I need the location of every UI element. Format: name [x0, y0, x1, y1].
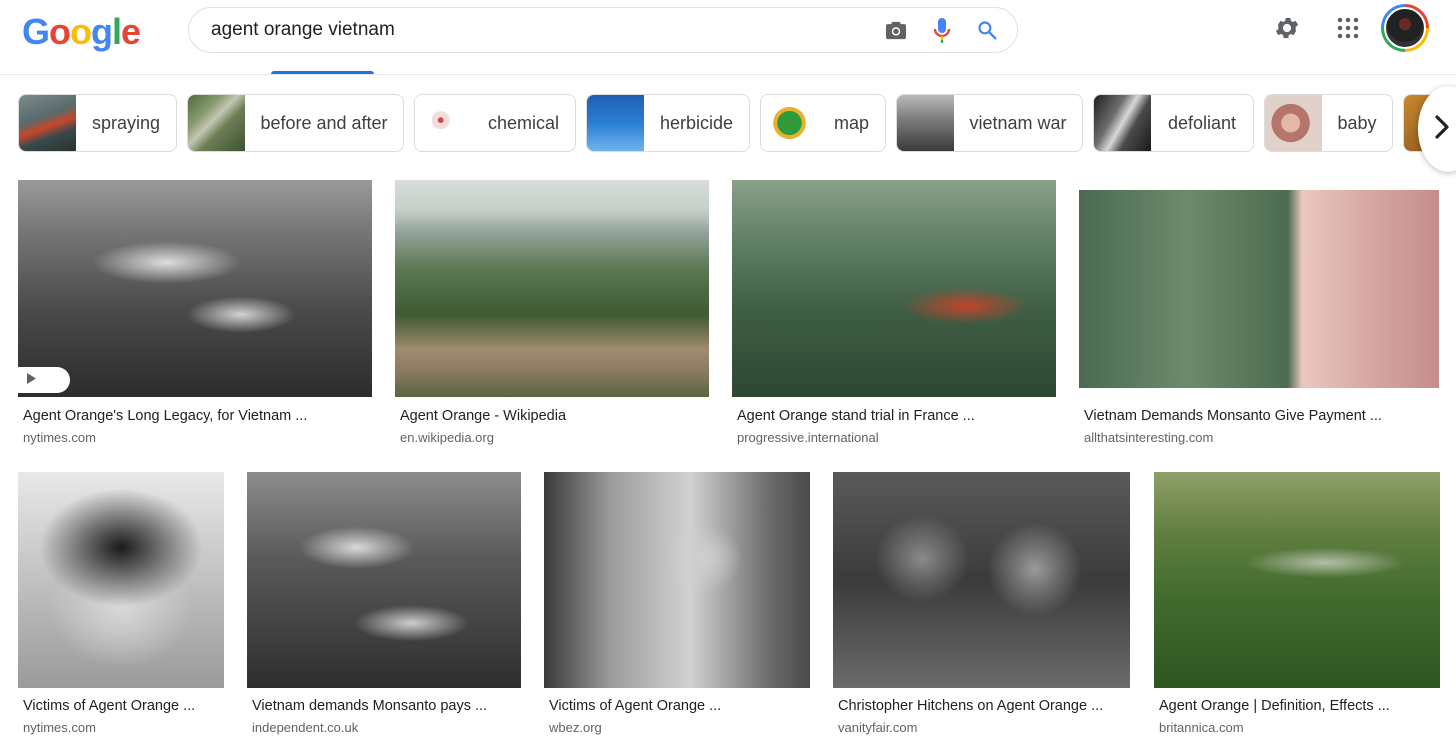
result-thumbnail[interactable] [833, 472, 1130, 688]
chip-before-and-after[interactable]: before and after [187, 94, 404, 152]
result-source[interactable]: allthatsinteresting.com [1084, 430, 1213, 445]
google-logo[interactable]: Google [22, 12, 141, 52]
chip-defoliant[interactable]: defoliant [1093, 94, 1254, 152]
chip-thumbnail [415, 95, 472, 151]
result-thumbnail[interactable] [544, 472, 810, 688]
chip-thumbnail [587, 95, 644, 151]
result-title[interactable]: Agent Orange stand trial in France ... [737, 408, 1052, 424]
result-title[interactable]: Agent Orange - Wikipedia [400, 408, 705, 424]
chip-thumbnail [19, 95, 76, 151]
result-thumbnail[interactable] [247, 472, 521, 688]
result-source[interactable]: independent.co.uk [252, 720, 358, 735]
image-result[interactable]: Victims of Agent Orange ... wbez.org [544, 472, 810, 742]
chip-thumbnail [761, 95, 818, 151]
microphone-icon[interactable] [933, 17, 951, 43]
search-input[interactable] [211, 8, 851, 52]
result-thumbnail[interactable] [395, 180, 709, 397]
chip-spraying[interactable]: spraying [18, 94, 177, 152]
search-box[interactable] [188, 7, 1018, 53]
video-badge[interactable] [18, 367, 70, 393]
result-source[interactable]: en.wikipedia.org [400, 430, 494, 445]
result-thumbnail[interactable] [1154, 472, 1440, 688]
chip-chemical[interactable]: chemical [414, 94, 576, 152]
result-source[interactable]: vanityfair.com [838, 720, 917, 735]
chip-thumbnail [1094, 95, 1151, 151]
result-source[interactable]: britannica.com [1159, 720, 1244, 735]
result-title[interactable]: Vietnam Demands Monsanto Give Payment ..… [1084, 408, 1429, 424]
result-thumbnail[interactable] [18, 180, 372, 397]
chip-baby[interactable]: baby [1264, 94, 1393, 152]
account-avatar[interactable] [1381, 4, 1429, 52]
result-title[interactable]: Victims of Agent Orange ... [549, 698, 807, 714]
result-title[interactable]: Agent Orange | Definition, Effects ... [1159, 698, 1439, 714]
result-title[interactable]: Vietnam demands Monsanto pays ... [252, 698, 517, 714]
apps-grid-icon[interactable] [1336, 16, 1360, 45]
chevron-right-icon [1434, 114, 1450, 145]
result-title[interactable]: Christopher Hitchens on Agent Orange ... [838, 698, 1128, 714]
image-result[interactable]: Vietnam Demands Monsanto Give Payment ..… [1079, 180, 1439, 450]
image-result[interactable]: Christopher Hitchens on Agent Orange ...… [833, 472, 1130, 742]
camera-icon[interactable] [885, 20, 907, 40]
play-icon [26, 371, 36, 389]
result-thumbnail[interactable] [18, 472, 224, 688]
image-result[interactable]: Agent Orange stand trial in France ... p… [732, 180, 1056, 450]
result-source[interactable]: progressive.international [737, 430, 879, 445]
chip-thumbnail [897, 95, 954, 151]
related-chips-bar: spraying before and after chemical herbi… [18, 94, 1456, 152]
header-divider [0, 74, 1456, 75]
image-result[interactable]: Victims of Agent Orange ... nytimes.com [18, 472, 224, 742]
chip-vietnam-war[interactable]: vietnam war [896, 94, 1083, 152]
result-source[interactable]: nytimes.com [23, 720, 96, 735]
image-result[interactable]: Agent Orange's Long Legacy, for Vietnam … [18, 180, 372, 450]
chip-herbicide[interactable]: herbicide [586, 94, 750, 152]
chip-map[interactable]: map [760, 94, 886, 152]
image-result[interactable]: Agent Orange - Wikipedia en.wikipedia.or… [395, 180, 709, 450]
result-title[interactable]: Victims of Agent Orange ... [23, 698, 223, 714]
image-result[interactable]: Vietnam demands Monsanto pays ... indepe… [247, 472, 521, 742]
chip-thumbnail [188, 95, 245, 151]
search-icon[interactable] [977, 20, 997, 40]
result-thumbnail[interactable] [1079, 190, 1439, 388]
result-source[interactable]: nytimes.com [23, 430, 96, 445]
result-title[interactable]: Agent Orange's Long Legacy, for Vietnam … [23, 408, 368, 424]
chip-thumbnail [1265, 95, 1322, 151]
gear-icon[interactable] [1273, 14, 1301, 47]
image-result[interactable]: Agent Orange | Definition, Effects ... b… [1154, 472, 1440, 742]
result-source[interactable]: wbez.org [549, 720, 602, 735]
result-thumbnail[interactable] [732, 180, 1056, 397]
